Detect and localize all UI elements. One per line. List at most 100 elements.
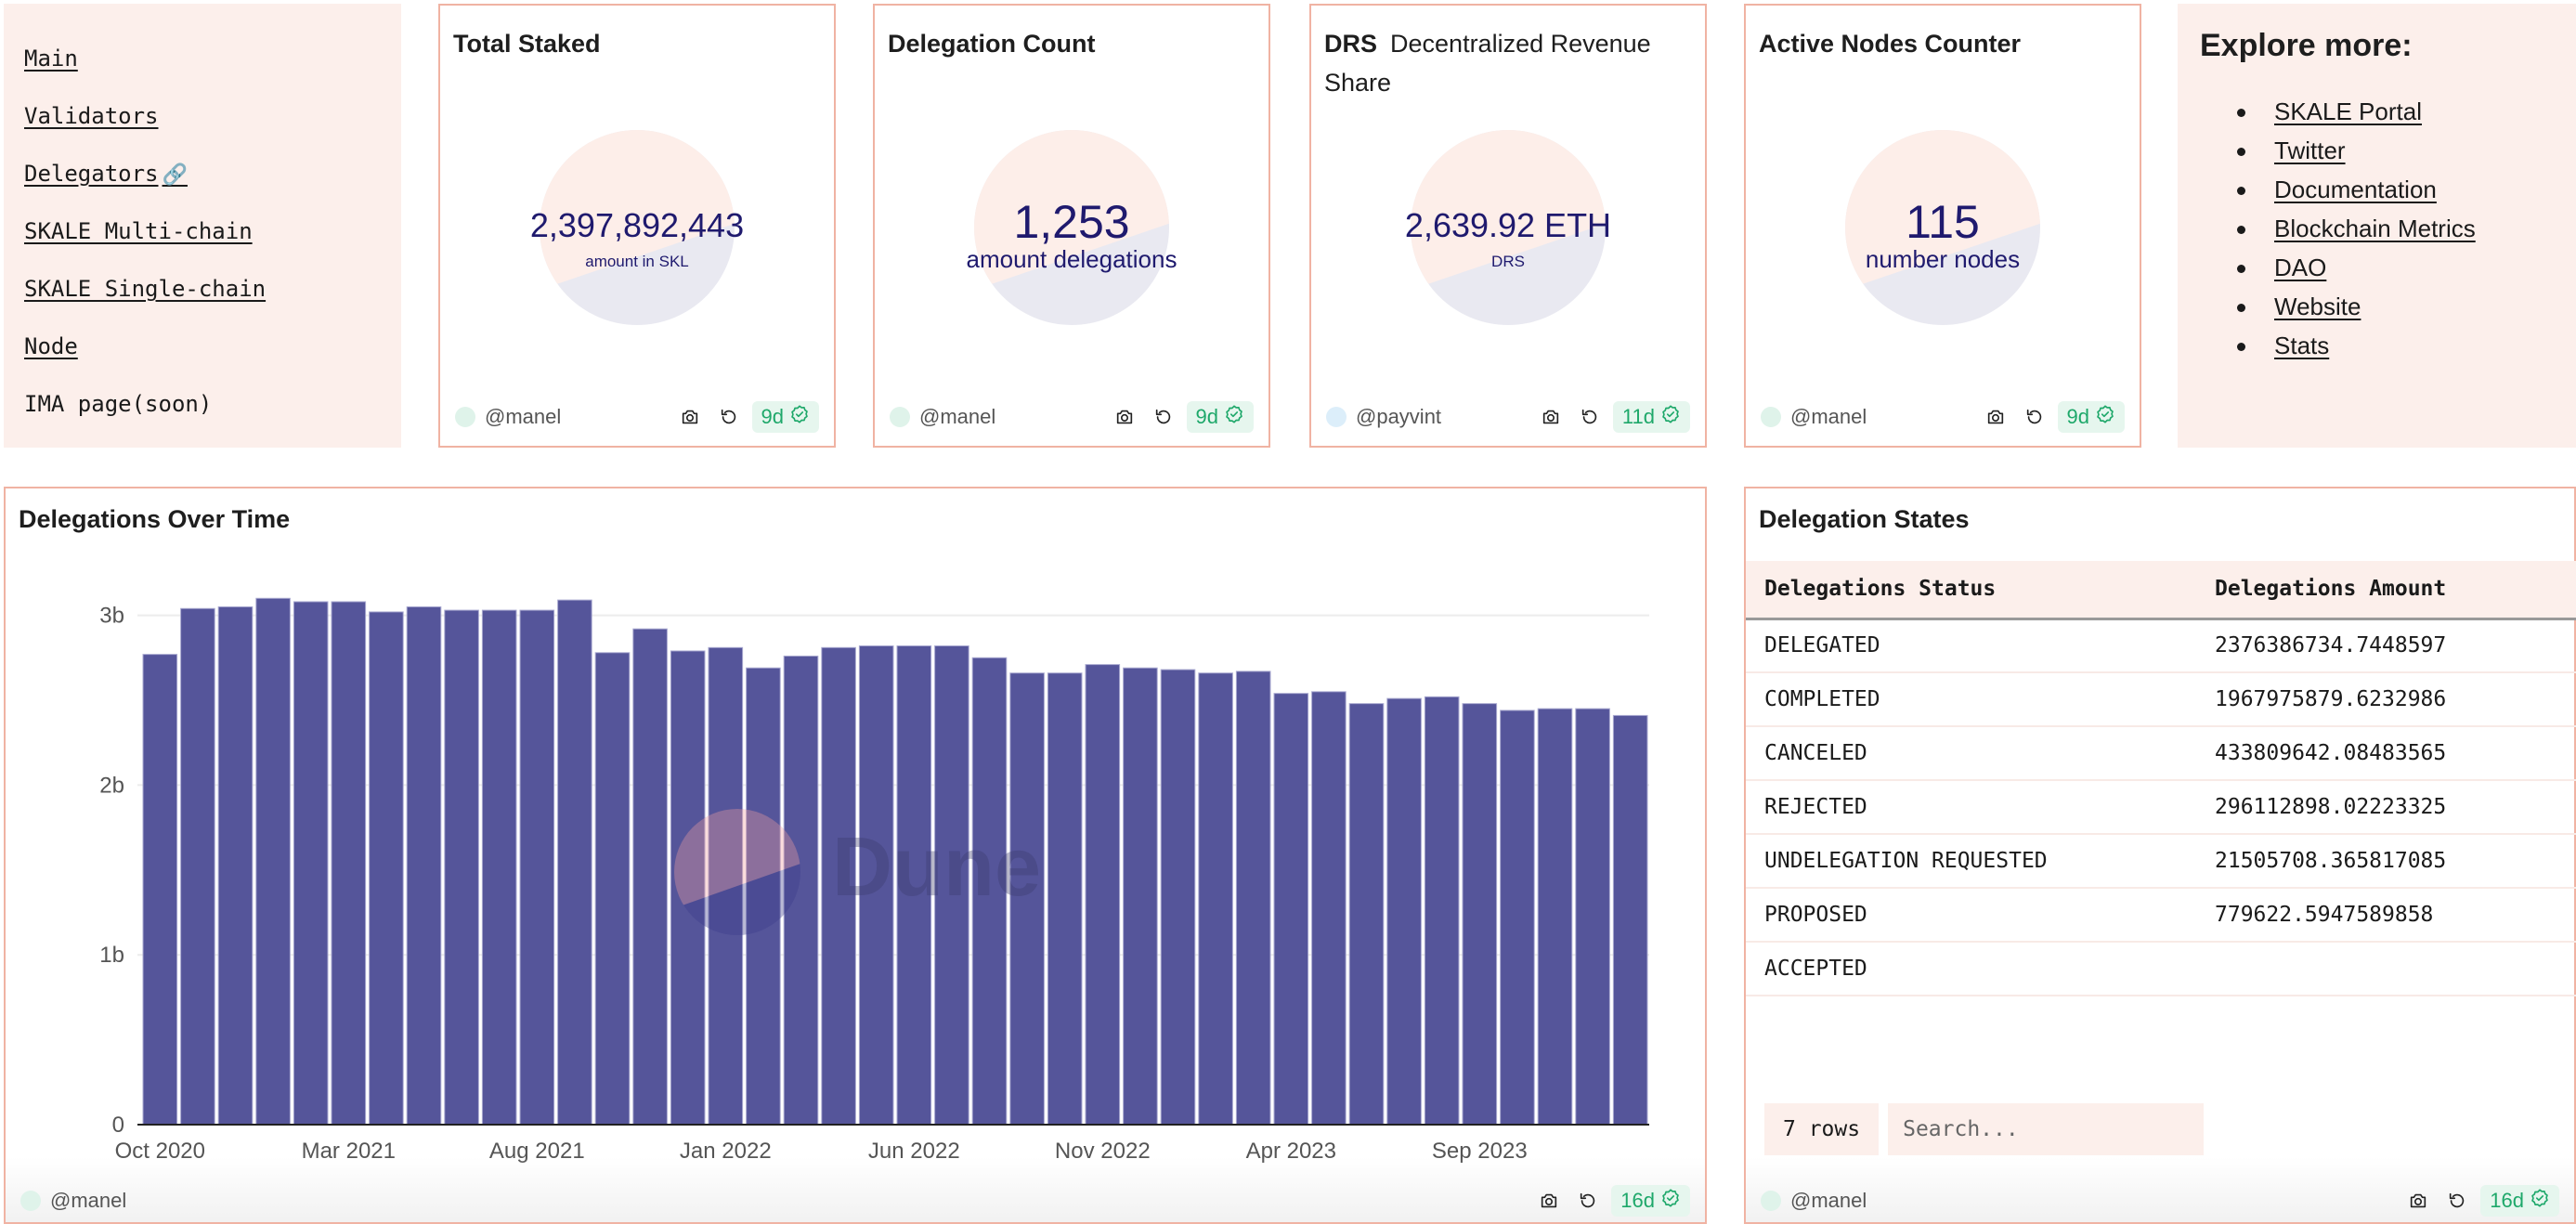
bar[interactable]: Nov 2023: 2450000000 <box>1537 708 1573 1126</box>
cell-status: COMPLETED <box>1746 672 2196 727</box>
refresh-icon[interactable] <box>1572 1185 1604 1217</box>
list-item: DAO <box>2237 248 2554 287</box>
column-header-status[interactable]: Delegations Status <box>1746 561 2196 620</box>
camera-icon[interactable] <box>1533 1185 1565 1217</box>
bar[interactable]: Nov 2021: 2920000000 <box>632 628 668 1126</box>
camera-icon[interactable] <box>2402 1185 2434 1217</box>
y-tick-label: 0 <box>112 1113 124 1138</box>
refresh-icon[interactable] <box>2441 1185 2473 1217</box>
author-link[interactable]: @manel <box>1790 405 1867 429</box>
bar[interactable]: Jan 2021: 3100000000 <box>255 597 291 1126</box>
bar[interactable]: Nov 2022: 2710000000 <box>1085 664 1121 1126</box>
freshness-badge[interactable]: 9d <box>1186 401 1254 433</box>
bar[interactable]: Jan 2024: 2410000000 <box>1612 714 1648 1126</box>
list-item: Blockchain Metrics <box>2237 209 2554 248</box>
bar[interactable]: May 2023: 2550000000 <box>1311 691 1347 1126</box>
bar[interactable]: Oct 2020: 2770000000 <box>142 654 178 1126</box>
bar[interactable]: Sep 2023: 2480000000 <box>1462 703 1498 1126</box>
author-link[interactable]: @manel <box>50 1189 126 1213</box>
counter-label: DRS <box>1491 253 1525 270</box>
table-row: COMPLETED 1967975879.6232986 <box>1746 672 2576 727</box>
bar[interactable]: Jun 2021: 3030000000 <box>444 609 479 1126</box>
bar[interactable]: Feb 2021: 3080000000 <box>293 601 329 1126</box>
link-twitter[interactable]: Twitter <box>2274 137 2346 164</box>
nav-link-validators[interactable]: Validators <box>24 87 381 145</box>
x-tick-label: Sep 2023 <box>1432 1139 1528 1164</box>
bar[interactable]: Jan 2023: 2680000000 <box>1160 669 1196 1126</box>
link-website[interactable]: Website <box>2274 293 2361 320</box>
author-link[interactable]: @manel <box>1790 1189 1867 1213</box>
list-item: Stats <box>2237 326 2554 365</box>
camera-icon[interactable] <box>1535 401 1567 433</box>
bar[interactable]: Dec 2022: 2690000000 <box>1123 667 1158 1126</box>
freshness-badge[interactable]: 11d <box>1612 401 1690 433</box>
refresh-icon[interactable] <box>713 401 745 433</box>
bar[interactable]: Apr 2021: 3020000000 <box>369 611 404 1126</box>
freshness-age: 16d <box>1620 1189 1655 1212</box>
nav-link-main[interactable]: Main <box>24 30 381 87</box>
link-stats[interactable]: Stats <box>2274 332 2329 359</box>
link-icon: 🔗 <box>162 163 188 187</box>
avatar[interactable] <box>1761 407 1781 427</box>
bar[interactable]: Oct 2022: 2660000000 <box>1047 672 1083 1126</box>
bar[interactable]: Jun 2023: 2480000000 <box>1348 703 1385 1126</box>
cell-status: UNDELEGATION REQUESTED <box>1746 834 2196 889</box>
y-tick-label: 2b <box>99 773 124 798</box>
cell-amount: 1967975879.6232986 <box>2196 672 2576 727</box>
link-documentation[interactable]: Documentation <box>2274 176 2437 203</box>
bar[interactable]: Feb 2023: 2660000000 <box>1198 672 1233 1126</box>
counter-card-active-nodes: Active Nodes Counter 115 number nodes @m… <box>1744 4 2141 448</box>
nav-link-skale-single-chain[interactable]: SKALE Single-chain <box>24 260 381 318</box>
bar[interactable]: Apr 2023: 2540000000 <box>1273 693 1309 1126</box>
bar[interactable]: Nov 2020: 3040000000 <box>180 607 215 1126</box>
bar[interactable]: Jul 2023: 2510000000 <box>1386 697 1422 1126</box>
card-footer: @manel 9d <box>455 401 819 433</box>
bar[interactable]: Oct 2023: 2440000000 <box>1500 710 1535 1126</box>
nav-link-delegators[interactable]: Delegators 🔗 <box>24 145 381 202</box>
bar[interactable]: Sep 2021: 3090000000 <box>557 599 592 1126</box>
link-dao[interactable]: DAO <box>2274 254 2326 281</box>
camera-icon[interactable] <box>1980 401 2011 433</box>
column-header-amount[interactable]: Delegations Amount <box>2196 561 2576 620</box>
refresh-icon[interactable] <box>1574 401 1606 433</box>
card-footer: @manel 16d <box>20 1185 1690 1217</box>
avatar[interactable] <box>1326 407 1347 427</box>
card-title: Total Staked <box>453 24 821 63</box>
link-skale-portal[interactable]: SKALE Portal <box>2274 98 2422 125</box>
explore-links-list: SKALE Portal Twitter Documentation Block… <box>2200 92 2554 365</box>
delegations-over-time-card: Oct 2020: 2770000000Nov 2020: 3040000000… <box>4 487 1707 1224</box>
nav-link-skale-multi-chain[interactable]: SKALE Multi-chain <box>24 202 381 260</box>
avatar[interactable] <box>20 1191 41 1211</box>
freshness-badge[interactable]: 16d <box>1611 1185 1690 1217</box>
avatar[interactable] <box>1761 1191 1781 1211</box>
table-search-input[interactable] <box>1888 1103 2205 1155</box>
card-title: DRS Decentralized Revenue Share <box>1324 24 1692 102</box>
bar[interactable]: Jul 2021: 3030000000 <box>481 609 517 1126</box>
bar[interactable]: Mar 2021: 3080000000 <box>331 601 367 1126</box>
freshness-badge[interactable]: 9d <box>751 401 819 433</box>
nav-link-node[interactable]: Node <box>24 318 381 375</box>
bar[interactable]: Dec 2020: 3050000000 <box>217 605 254 1126</box>
author-link[interactable]: @manel <box>919 405 995 429</box>
freshness-badge[interactable]: 9d <box>2057 401 2125 433</box>
bar[interactable]: Aug 2021: 3030000000 <box>519 609 555 1126</box>
avatar[interactable] <box>890 407 910 427</box>
bar[interactable]: Aug 2023: 2520000000 <box>1424 696 1460 1126</box>
bar[interactable]: Mar 2023: 2670000000 <box>1235 671 1271 1126</box>
camera-icon[interactable] <box>674 401 706 433</box>
cell-amount: 296112898.02223325 <box>2196 780 2576 835</box>
x-tick-label: Nov 2022 <box>1055 1139 1151 1164</box>
link-blockchain-metrics[interactable]: Blockchain Metrics <box>2274 215 2476 242</box>
table-header-row: Delegations Status Delegations Amount <box>1746 561 2576 620</box>
bar[interactable]: May 2021: 3050000000 <box>406 605 442 1126</box>
table-title: Delegation States <box>1759 505 1970 533</box>
author-link[interactable]: @manel <box>485 405 561 429</box>
avatar[interactable] <box>455 407 475 427</box>
refresh-icon[interactable] <box>2019 401 2050 433</box>
freshness-badge[interactable]: 16d <box>2480 1185 2559 1217</box>
camera-icon[interactable] <box>1109 401 1140 433</box>
bar[interactable]: Oct 2021: 2780000000 <box>594 652 631 1126</box>
author-link[interactable]: @payvint <box>1356 405 1441 429</box>
bar[interactable]: Dec 2023: 2450000000 <box>1575 708 1610 1126</box>
refresh-icon[interactable] <box>1148 401 1179 433</box>
